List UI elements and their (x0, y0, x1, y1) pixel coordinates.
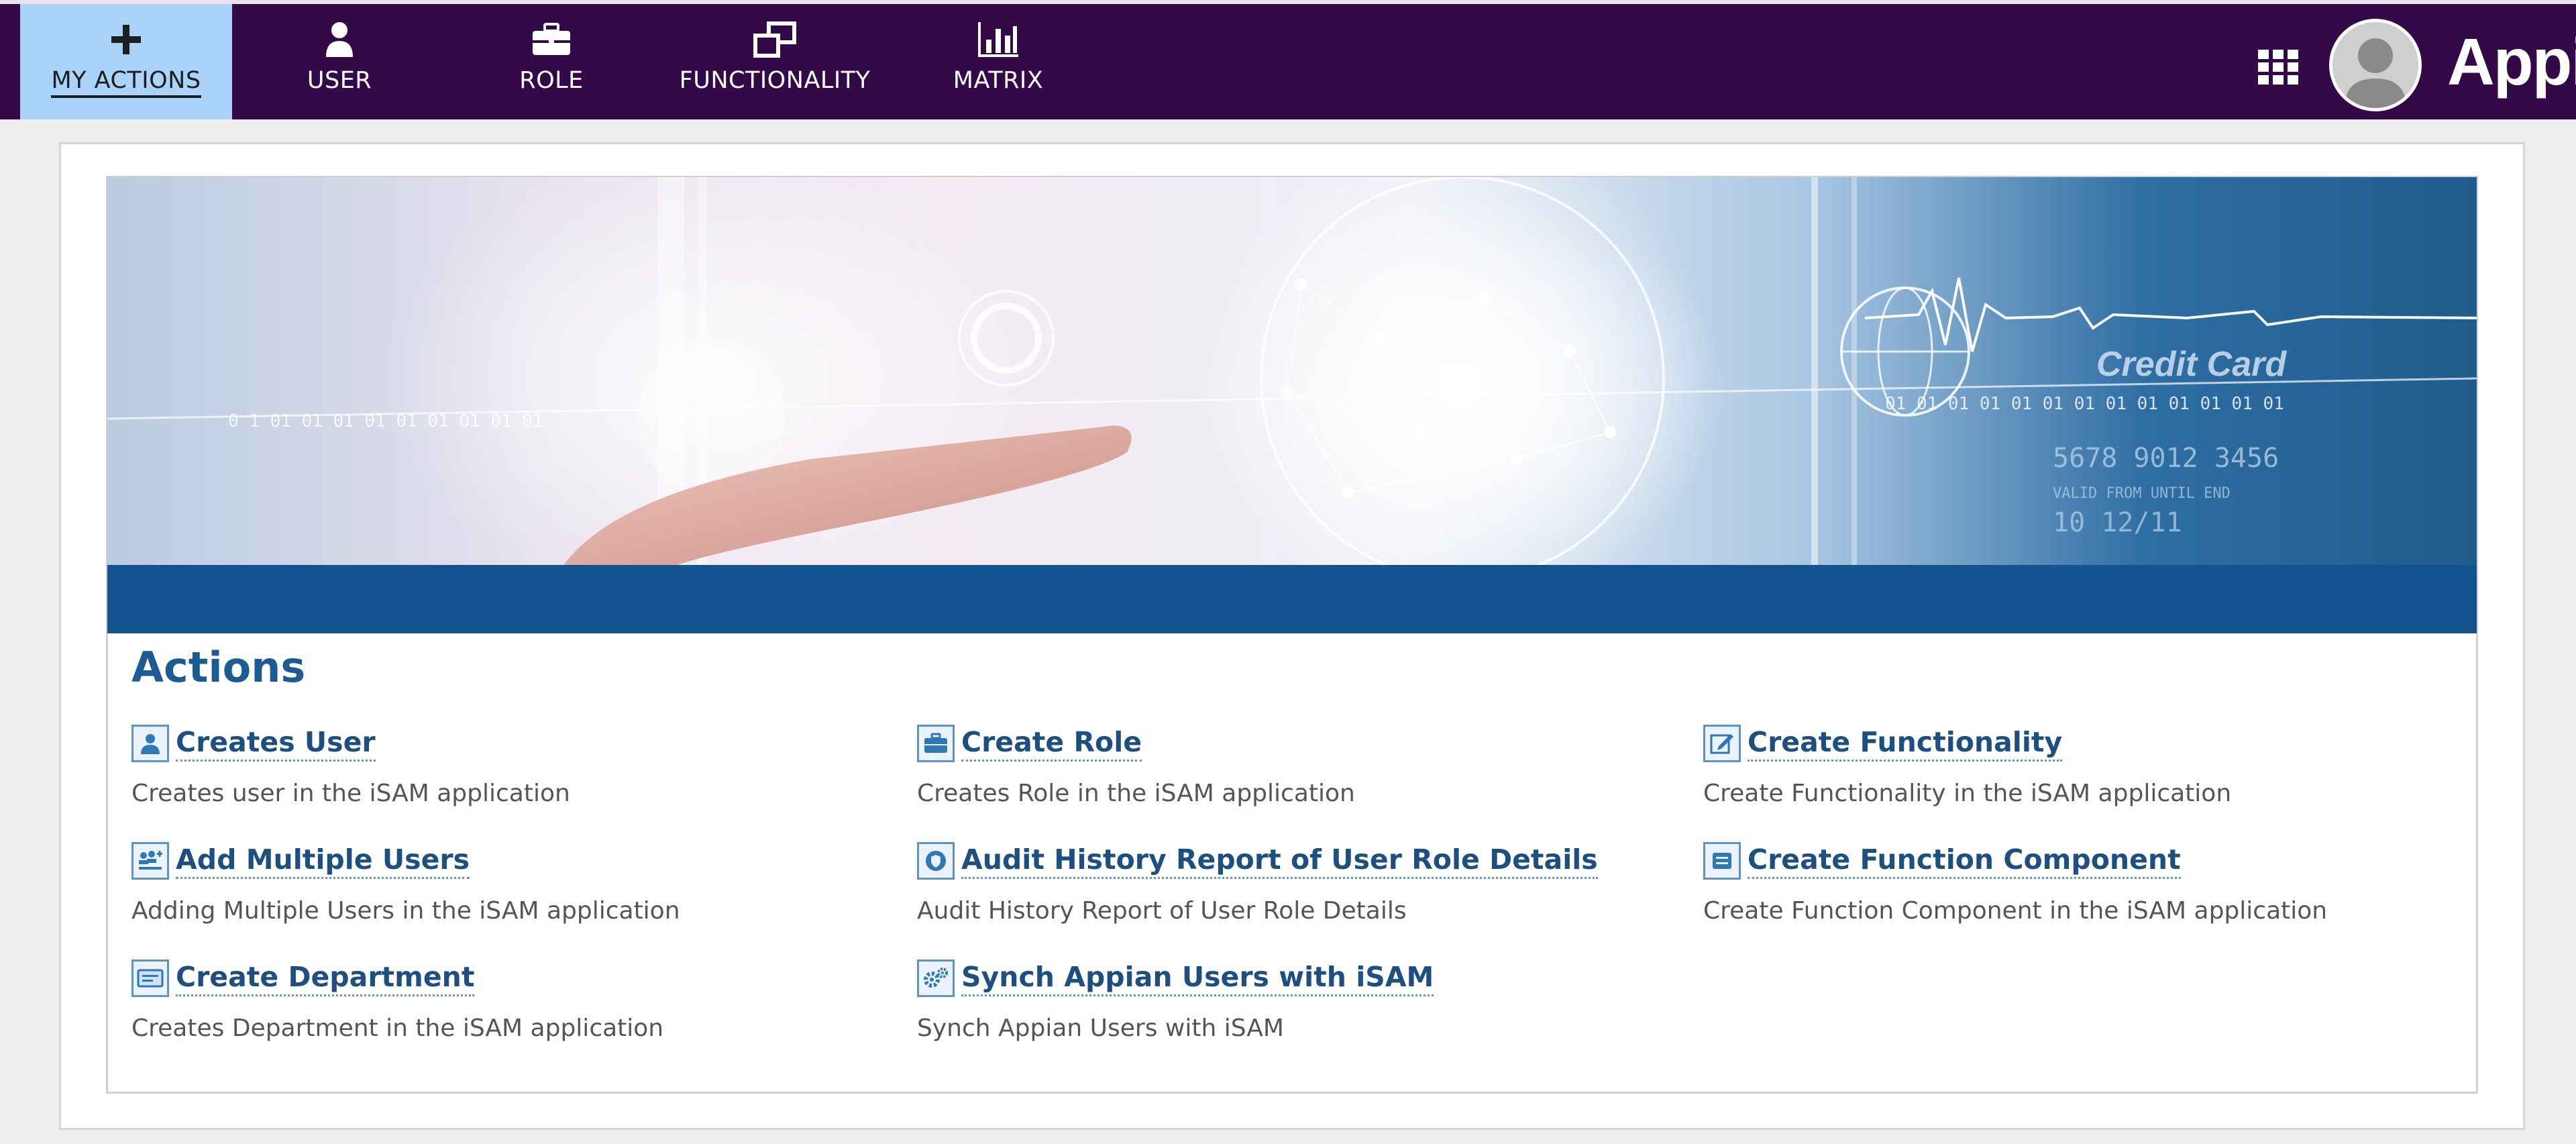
creates-user-link[interactable]: Creates User (176, 726, 376, 762)
action-description: Audit History Report of User Role Detail… (917, 897, 1407, 925)
banner-card-valid: VALID FROM UNTIL END (2053, 485, 2231, 502)
create-role-link[interactable]: Create Role (961, 726, 1142, 762)
action-description: Creates user in the iSAM application (131, 780, 570, 807)
list-icon (1703, 842, 1741, 880)
create-function-component-link[interactable]: Create Function Component (1748, 843, 2181, 879)
users-icon (131, 842, 169, 880)
action-description: Creates Department in the iSAM applicati… (131, 1015, 664, 1042)
banner-card-dates: 10 12/11 (2053, 507, 2182, 538)
briefcase-icon (917, 725, 955, 762)
banner-band (107, 565, 2477, 633)
windows-icon (753, 20, 797, 59)
audit-history-report-link[interactable]: Audit History Report of User Role Detail… (961, 843, 1598, 879)
bar-chart-icon (977, 20, 1020, 59)
top-navigation-bar: MY ACTIONS USER ROLE FUNCTIONALITY MATRI… (0, 0, 2576, 119)
tab-user[interactable]: USER (254, 4, 425, 119)
gears-icon (917, 959, 955, 997)
banner-binary-right: 01 01 01 01 01 01 01 01 01 01 01 01 01 (1885, 394, 2284, 414)
plus-icon (110, 20, 142, 59)
actions-heading: Actions (131, 643, 306, 692)
action-creates-user: Creates User Creates user in the iSAM ap… (131, 725, 570, 807)
user-icon (131, 725, 169, 762)
tab-role[interactable]: ROLE (466, 4, 637, 119)
create-functionality-link[interactable]: Create Functionality (1748, 726, 2063, 762)
shield-icon (917, 842, 955, 880)
briefcase-icon (531, 20, 572, 59)
brand-logo: Appian (2447, 25, 2576, 99)
tab-label: USER (307, 67, 372, 94)
action-description: Create Function Component in the iSAM ap… (1703, 897, 2328, 925)
action-create-department: Create Department Creates Department in … (131, 959, 663, 1042)
action-description: Adding Multiple Users in the iSAM applic… (131, 897, 680, 925)
banner-card-number: 5678 9012 3456 (2053, 443, 2279, 474)
add-multiple-users-link[interactable]: Add Multiple Users (176, 843, 470, 879)
action-description: Creates Role in the iSAM application (917, 780, 1355, 807)
tab-matrix[interactable]: MATRIX (912, 4, 1084, 119)
banner-card-label: Credit Card (2096, 345, 2287, 384)
tab-my-actions[interactable]: MY ACTIONS (20, 4, 232, 119)
tab-label: ROLE (519, 67, 584, 94)
action-create-function-component: Create Function Component Create Functio… (1703, 842, 2327, 925)
hero-banner: 0 1 01 01 01 01 01 01 01 01 01 01 01 01 … (107, 177, 2477, 565)
grid-icon[interactable] (2257, 48, 2300, 86)
edit-icon (1703, 725, 1741, 762)
action-create-role: Create Role Creates Role in the iSAM app… (917, 725, 1355, 807)
banner-binary-left: 0 1 01 01 01 01 01 01 01 01 01 (228, 411, 543, 431)
banner-illustration: 0 1 01 01 01 01 01 01 01 01 01 01 01 01 … (107, 177, 2477, 565)
tab-functionality[interactable]: FUNCTIONALITY (664, 4, 885, 119)
action-description: Create Functionality in the iSAM applica… (1703, 780, 2232, 807)
user-icon (325, 20, 354, 59)
tab-label: MY ACTIONS (51, 67, 201, 98)
card-icon (131, 959, 169, 997)
tab-label: FUNCTIONALITY (679, 67, 871, 94)
action-description: Synch Appian Users with iSAM (917, 1015, 1284, 1042)
action-add-multiple-users: Add Multiple Users Adding Multiple Users… (131, 842, 680, 925)
action-create-functionality: Create Functionality Create Functionalit… (1703, 725, 2231, 807)
tab-label: MATRIX (953, 67, 1044, 94)
synch-appian-users-link[interactable]: Synch Appian Users with iSAM (961, 961, 1434, 996)
action-synch-appian-users: Synch Appian Users with iSAM Synch Appia… (917, 959, 1434, 1042)
user-avatar[interactable] (2329, 19, 2422, 111)
create-department-link[interactable]: Create Department (176, 961, 475, 996)
action-audit-history-report: Audit History Report of User Role Detail… (917, 842, 1598, 925)
